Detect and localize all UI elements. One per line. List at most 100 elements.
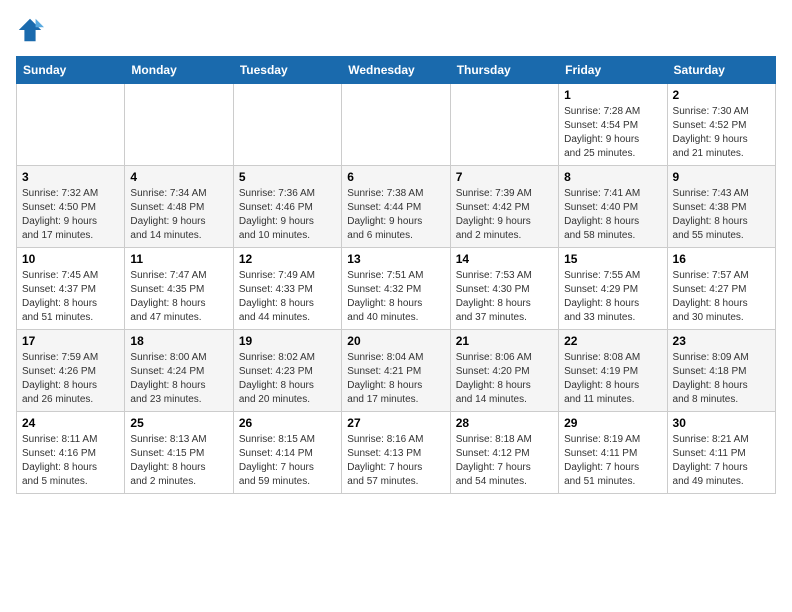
day-info: Sunrise: 8:19 AMSunset: 4:11 PMDaylight:… xyxy=(564,433,661,489)
calendar-cell: 7 Sunrise: 7:39 AMSunset: 4:42 PMDaylight… xyxy=(450,166,558,248)
calendar-cell: 6 Sunrise: 7:38 AMSunset: 4:44 PMDaylight… xyxy=(342,166,450,248)
day-info: Sunrise: 7:45 AMSunset: 4:37 PMDaylight:… xyxy=(22,269,119,325)
day-info: Sunrise: 7:32 AMSunset: 4:50 PMDaylight:… xyxy=(22,187,119,243)
day-number: 10 xyxy=(22,252,119,266)
page-header xyxy=(16,16,776,44)
day-info: Sunrise: 7:41 AMSunset: 4:40 PMDaylight:… xyxy=(564,187,661,243)
day-number: 12 xyxy=(239,252,336,266)
day-info: Sunrise: 8:13 AMSunset: 4:15 PMDaylight:… xyxy=(130,433,227,489)
day-header-friday: Friday xyxy=(559,57,667,84)
day-info: Sunrise: 8:15 AMSunset: 4:14 PMDaylight:… xyxy=(239,433,336,489)
day-info: Sunrise: 7:38 AMSunset: 4:44 PMDaylight:… xyxy=(347,187,444,243)
day-number: 28 xyxy=(456,416,553,430)
day-header-sunday: Sunday xyxy=(17,57,125,84)
day-number: 1 xyxy=(564,88,661,102)
day-number: 30 xyxy=(673,416,770,430)
calendar-header-row: SundayMondayTuesdayWednesdayThursdayFrid… xyxy=(17,57,776,84)
day-info: Sunrise: 7:49 AMSunset: 4:33 PMDaylight:… xyxy=(239,269,336,325)
calendar-cell: 11 Sunrise: 7:47 AMSunset: 4:35 PMDayligh… xyxy=(125,248,233,330)
day-info: Sunrise: 7:57 AMSunset: 4:27 PMDaylight:… xyxy=(673,269,770,325)
calendar-cell: 25Sunrise: 8:13 AMSunset: 4:15 PMDayligh… xyxy=(125,412,233,494)
day-header-monday: Monday xyxy=(125,57,233,84)
day-info: Sunrise: 7:43 AMSunset: 4:38 PMDaylight:… xyxy=(673,187,770,243)
day-number: 7 xyxy=(456,170,553,184)
calendar-cell: 30 Sunrise: 8:21 AMSunset: 4:11 PMDayligh… xyxy=(667,412,775,494)
day-info: Sunrise: 7:30 AMSunset: 4:52 PMDaylight:… xyxy=(673,105,770,161)
calendar-cell: 20 Sunrise: 8:04 AMSunset: 4:21 PMDayligh… xyxy=(342,330,450,412)
day-number: 29 xyxy=(564,416,661,430)
day-number: 19 xyxy=(239,334,336,348)
day-number: 26 xyxy=(239,416,336,430)
calendar-table: SundayMondayTuesdayWednesdayThursdayFrid… xyxy=(16,56,776,494)
calendar-cell: 14 Sunrise: 7:53 AMSunset: 4:30 PMDayligh… xyxy=(450,248,558,330)
day-number: 18 xyxy=(130,334,227,348)
day-info: Sunrise: 8:21 AMSunset: 4:11 PMDaylight:… xyxy=(673,433,770,489)
day-info: Sunrise: 7:36 AMSunset: 4:46 PMDaylight:… xyxy=(239,187,336,243)
day-info: Sunrise: 7:47 AMSunset: 4:35 PMDaylight:… xyxy=(130,269,227,325)
calendar-week-4: 17 Sunrise: 7:59 AMSunset: 4:26 PMDayligh… xyxy=(17,330,776,412)
calendar-cell: 4 Sunrise: 7:34 AMSunset: 4:48 PMDaylight… xyxy=(125,166,233,248)
day-info: Sunrise: 8:02 AMSunset: 4:23 PMDaylight:… xyxy=(239,351,336,407)
calendar-cell: 5 Sunrise: 7:36 AMSunset: 4:46 PMDaylight… xyxy=(233,166,341,248)
calendar-cell xyxy=(450,84,558,166)
day-number: 16 xyxy=(673,252,770,266)
day-number: 23 xyxy=(673,334,770,348)
calendar-body: 1 Sunrise: 7:28 AMSunset: 4:54 PMDaylight… xyxy=(17,84,776,494)
day-number: 20 xyxy=(347,334,444,348)
day-info: Sunrise: 8:16 AMSunset: 4:13 PMDaylight:… xyxy=(347,433,444,489)
day-header-thursday: Thursday xyxy=(450,57,558,84)
day-number: 22 xyxy=(564,334,661,348)
day-number: 3 xyxy=(22,170,119,184)
calendar-cell: 10 Sunrise: 7:45 AMSunset: 4:37 PMDayligh… xyxy=(17,248,125,330)
day-number: 13 xyxy=(347,252,444,266)
day-info: Sunrise: 7:39 AMSunset: 4:42 PMDaylight:… xyxy=(456,187,553,243)
calendar-cell xyxy=(125,84,233,166)
day-info: Sunrise: 8:06 AMSunset: 4:20 PMDaylight:… xyxy=(456,351,553,407)
day-info: Sunrise: 8:04 AMSunset: 4:21 PMDaylight:… xyxy=(347,351,444,407)
calendar-week-2: 3 Sunrise: 7:32 AMSunset: 4:50 PMDaylight… xyxy=(17,166,776,248)
day-number: 17 xyxy=(22,334,119,348)
day-number: 4 xyxy=(130,170,227,184)
day-number: 27 xyxy=(347,416,444,430)
calendar-cell: 24Sunrise: 8:11 AMSunset: 4:16 PMDayligh… xyxy=(17,412,125,494)
day-header-saturday: Saturday xyxy=(667,57,775,84)
calendar-cell: 2 Sunrise: 7:30 AMSunset: 4:52 PMDaylight… xyxy=(667,84,775,166)
calendar-cell: 19 Sunrise: 8:02 AMSunset: 4:23 PMDayligh… xyxy=(233,330,341,412)
calendar-cell: 15Sunrise: 7:55 AMSunset: 4:29 PMDayligh… xyxy=(559,248,667,330)
calendar-cell xyxy=(342,84,450,166)
day-header-tuesday: Tuesday xyxy=(233,57,341,84)
calendar-cell: 16 Sunrise: 7:57 AMSunset: 4:27 PMDayligh… xyxy=(667,248,775,330)
day-info: Sunrise: 8:09 AMSunset: 4:18 PMDaylight:… xyxy=(673,351,770,407)
calendar-cell: 26 Sunrise: 8:15 AMSunset: 4:14 PMDayligh… xyxy=(233,412,341,494)
day-number: 11 xyxy=(130,252,227,266)
calendar-cell: 17 Sunrise: 7:59 AMSunset: 4:26 PMDayligh… xyxy=(17,330,125,412)
day-number: 9 xyxy=(673,170,770,184)
day-number: 6 xyxy=(347,170,444,184)
calendar-cell: 9 Sunrise: 7:43 AMSunset: 4:38 PMDaylight… xyxy=(667,166,775,248)
day-info: Sunrise: 7:55 AMSunset: 4:29 PMDaylight:… xyxy=(564,269,661,325)
calendar-cell: 22Sunrise: 8:08 AMSunset: 4:19 PMDayligh… xyxy=(559,330,667,412)
calendar-cell xyxy=(233,84,341,166)
calendar-week-1: 1 Sunrise: 7:28 AMSunset: 4:54 PMDaylight… xyxy=(17,84,776,166)
calendar-week-3: 10 Sunrise: 7:45 AMSunset: 4:37 PMDayligh… xyxy=(17,248,776,330)
calendar-cell: 23 Sunrise: 8:09 AMSunset: 4:18 PMDayligh… xyxy=(667,330,775,412)
day-number: 2 xyxy=(673,88,770,102)
day-info: Sunrise: 7:53 AMSunset: 4:30 PMDaylight:… xyxy=(456,269,553,325)
calendar-cell: 8 Sunrise: 7:41 AMSunset: 4:40 PMDaylight… xyxy=(559,166,667,248)
day-number: 21 xyxy=(456,334,553,348)
day-info: Sunrise: 7:28 AMSunset: 4:54 PMDaylight:… xyxy=(564,105,661,161)
day-number: 24 xyxy=(22,416,119,430)
calendar-cell: 18 Sunrise: 8:00 AMSunset: 4:24 PMDayligh… xyxy=(125,330,233,412)
calendar-cell: 29 Sunrise: 8:19 AMSunset: 4:11 PMDayligh… xyxy=(559,412,667,494)
day-info: Sunrise: 7:34 AMSunset: 4:48 PMDaylight:… xyxy=(130,187,227,243)
day-number: 14 xyxy=(456,252,553,266)
calendar-week-5: 24Sunrise: 8:11 AMSunset: 4:16 PMDayligh… xyxy=(17,412,776,494)
day-header-wednesday: Wednesday xyxy=(342,57,450,84)
calendar-cell: 27 Sunrise: 8:16 AMSunset: 4:13 PMDayligh… xyxy=(342,412,450,494)
calendar-cell: 28Sunrise: 8:18 AMSunset: 4:12 PMDayligh… xyxy=(450,412,558,494)
day-info: Sunrise: 8:00 AMSunset: 4:24 PMDaylight:… xyxy=(130,351,227,407)
day-number: 5 xyxy=(239,170,336,184)
calendar-cell: 13Sunrise: 7:51 AMSunset: 4:32 PMDayligh… xyxy=(342,248,450,330)
day-number: 8 xyxy=(564,170,661,184)
day-info: Sunrise: 7:59 AMSunset: 4:26 PMDaylight:… xyxy=(22,351,119,407)
